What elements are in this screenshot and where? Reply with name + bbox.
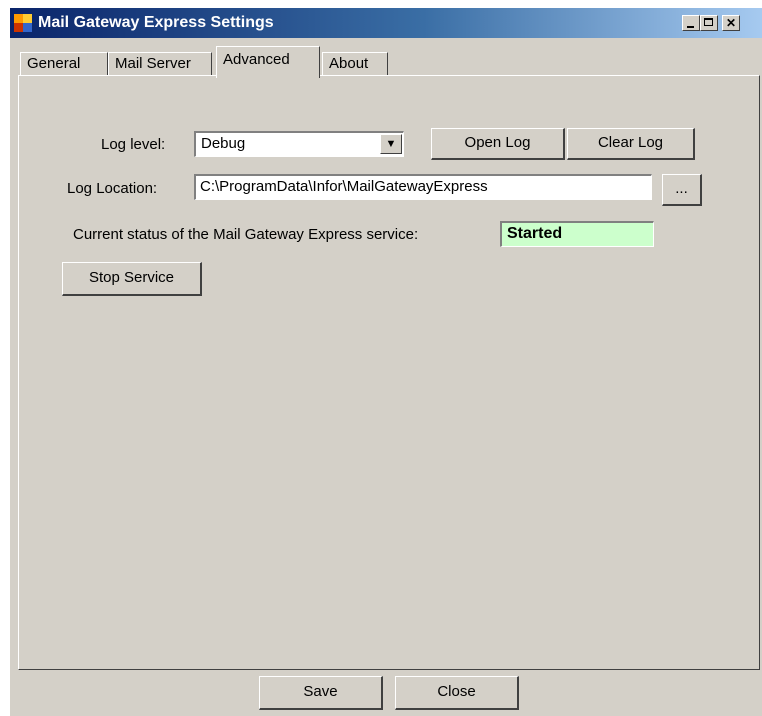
stop-service-button[interactable]: Stop Service [62,262,202,296]
dropdown-arrow-icon[interactable]: ▼ [380,134,402,154]
maximize-button[interactable] [700,15,718,31]
minimize-button[interactable] [682,15,700,31]
app-icon [14,14,32,32]
close-button[interactable]: Close [395,676,519,710]
browse-button[interactable]: ... [662,174,702,206]
maximize-icon [704,18,713,26]
log-location-label: Log Location: [67,180,158,197]
close-icon: ✕ [725,16,737,30]
title-bar[interactable]: Mail Gateway Express Settings ✕ [10,8,762,38]
window-title: Mail Gateway Express Settings [38,14,274,31]
log-location-input[interactable]: C:\ProgramData\Infor\MailGatewayExpress [194,174,652,200]
advanced-panel: Log level: Debug ▼ Open Log Clear Log Lo… [18,75,760,670]
service-status-label: Current status of the Mail Gateway Expre… [73,226,419,243]
log-level-label: Log level: [101,136,166,153]
tab-advanced[interactable]: Advanced [216,46,320,78]
save-button[interactable]: Save [259,676,383,710]
log-level-select[interactable]: Debug ▼ [194,131,404,157]
settings-window: Mail Gateway Express Settings ✕ General … [10,8,762,716]
clear-log-button[interactable]: Clear Log [567,128,695,160]
tab-general[interactable]: General [20,52,108,76]
tab-mail-server[interactable]: Mail Server [108,52,212,76]
open-log-button[interactable]: Open Log [431,128,565,160]
close-window-button[interactable]: ✕ [722,15,740,31]
tab-about[interactable]: About [322,52,388,76]
log-level-value: Debug [201,135,246,152]
service-status-value: Started [500,221,654,247]
minimize-icon [687,26,694,28]
